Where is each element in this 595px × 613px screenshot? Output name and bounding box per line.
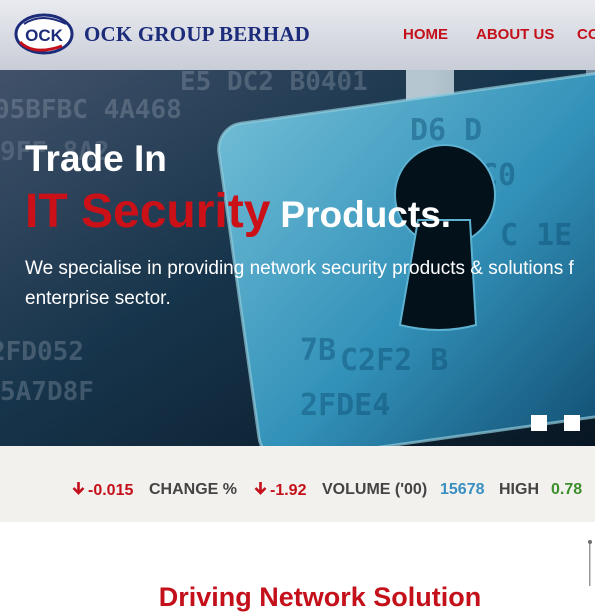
volume-label: VOLUME ('00)	[322, 481, 428, 498]
arrow-down-icon	[72, 482, 85, 495]
volume-value: 15678	[440, 481, 485, 498]
nav-item-contact[interactable]: CO	[577, 26, 595, 43]
section-title: Driving Network Solution	[158, 582, 482, 612]
hero-description: We specialise in providing network secur…	[25, 258, 574, 309]
high-label: HIGH	[499, 481, 539, 498]
nav-item-home[interactable]: HOME	[403, 26, 448, 43]
slider-dot-2[interactable]	[564, 415, 580, 431]
site-header: OCK OCK GROUP BERHAD HOME ABOUT US CO	[0, 0, 595, 70]
high-value: 0.78	[551, 481, 583, 498]
change-value: -0.015	[72, 481, 133, 500]
hero-heading-line1: Trade In	[25, 138, 167, 179]
change-pct-value: -1.92	[254, 481, 306, 500]
change-pct-label: CHANGE %	[149, 481, 238, 498]
slider-dot-1[interactable]	[531, 415, 547, 431]
hero-heading-line2: IT Security Products.	[25, 184, 451, 239]
content-section: Driving Network Solution	[0, 522, 595, 612]
hero-highlight: IT Security	[25, 185, 271, 238]
hero-banner: 05BFBC 4A468 9FF 8A2 2FD052 5A7D8F E5 DC…	[0, 70, 595, 446]
arrow-down-icon	[254, 482, 267, 495]
scroll-indicator	[588, 540, 592, 586]
stock-ticker: -0.015 CHANGE % -1.92 VOLUME ('00) 15678…	[0, 446, 595, 522]
main-nav: HOME ABOUT US CO	[0, 26, 595, 46]
nav-item-about-us[interactable]: ABOUT US	[476, 26, 554, 43]
hero-heading-rest: Products.	[280, 194, 452, 235]
